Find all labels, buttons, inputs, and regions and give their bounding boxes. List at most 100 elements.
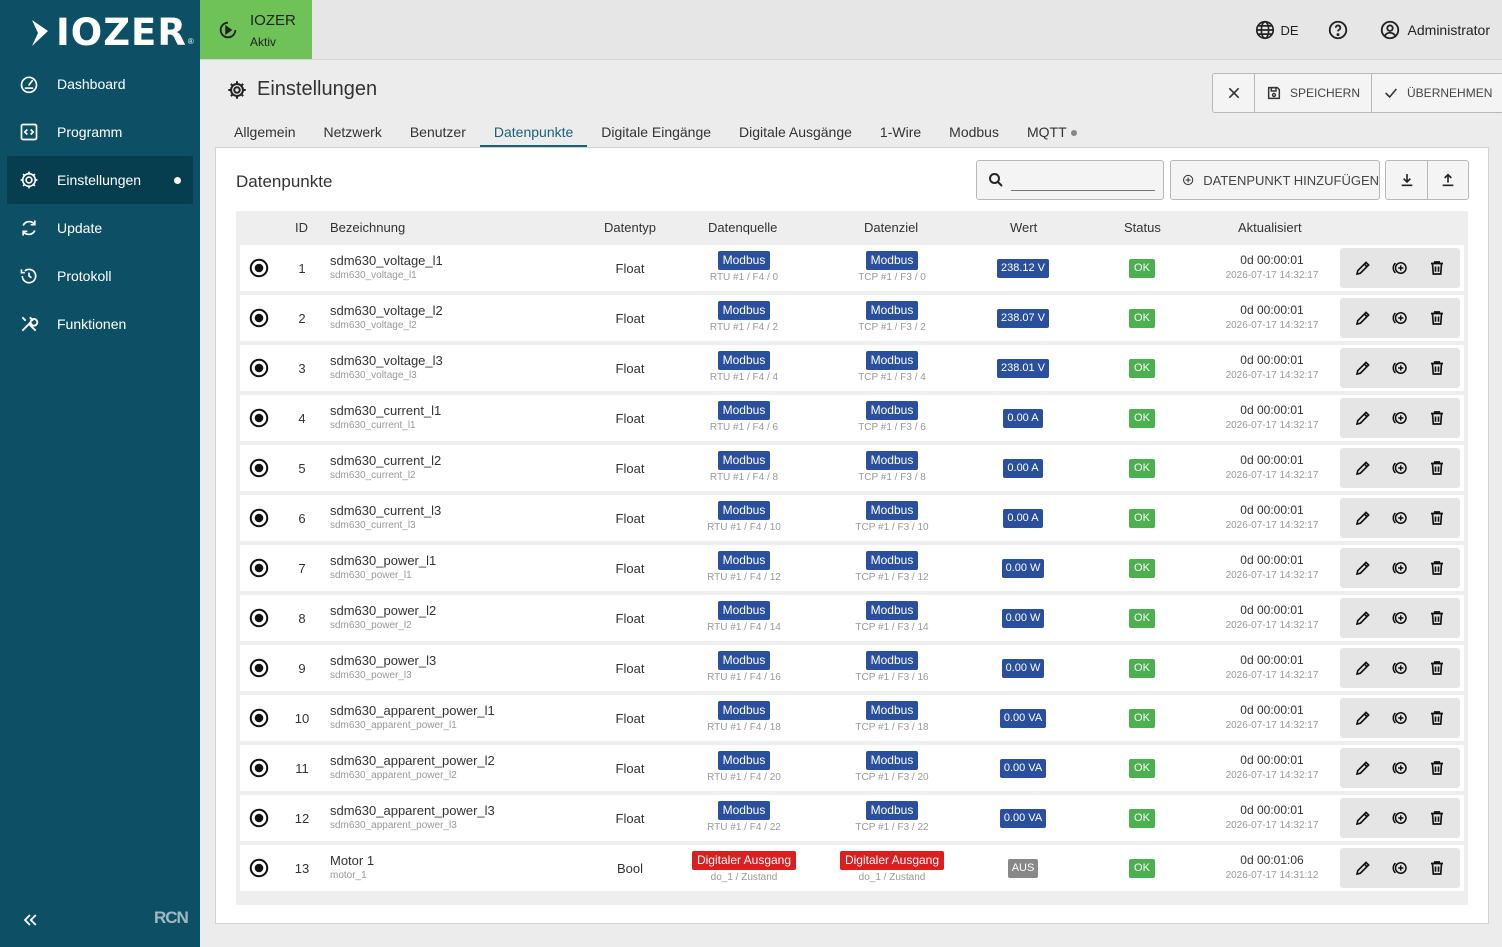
datapoint-name: Motor 1: [330, 853, 375, 868]
updated-age: 0d 00:00:01: [1240, 753, 1304, 767]
duplicate-icon[interactable]: [1391, 859, 1409, 877]
duplicate-icon[interactable]: [1391, 559, 1409, 577]
search-input[interactable]: [1011, 169, 1155, 191]
duplicate-icon[interactable]: [1391, 359, 1409, 377]
table-row[interactable]: 2 sdm630_voltage_l2 sdm630_voltage_l2 Float…: [240, 295, 1464, 341]
add-datapoint-button[interactable]: DATENPUNKT HINZUFÜGEN: [1170, 160, 1380, 200]
duplicate-icon[interactable]: [1391, 659, 1409, 677]
table-row[interactable]: 13 Motor 1 motor_1 Bool Digitaler Ausgang do_…: [240, 845, 1464, 891]
tab-digitale-ausgaenge[interactable]: Digitale Ausgänge: [725, 118, 866, 147]
sidebar-item-programm[interactable]: Programm: [7, 108, 193, 156]
apply-button[interactable]: ÜBERNEHMEN: [1371, 74, 1502, 112]
trash-icon[interactable]: [1428, 609, 1446, 627]
duplicate-icon[interactable]: [1391, 809, 1409, 827]
select-radio-icon[interactable]: [248, 857, 270, 879]
tab-datenpunkte[interactable]: Datenpunkte: [479, 118, 588, 147]
table-row[interactable]: 4 sdm630_current_l1 sdm630_current_l1 Float…: [240, 395, 1464, 441]
trash-icon[interactable]: [1428, 659, 1446, 677]
pencil-icon[interactable]: [1354, 609, 1372, 627]
sidebar-item-protokoll[interactable]: Protokoll: [7, 252, 193, 300]
select-radio-icon[interactable]: [248, 257, 270, 279]
trash-icon[interactable]: [1428, 809, 1446, 827]
duplicate-icon[interactable]: [1391, 709, 1409, 727]
table-row[interactable]: 9 sdm630_power_l3 sdm630_power_l3 Float Modb…: [240, 645, 1464, 691]
table-row[interactable]: 3 sdm630_voltage_l3 sdm630_voltage_l3 Float…: [240, 345, 1464, 391]
datapoint-key: sdm630_current_l3: [330, 520, 416, 531]
duplicate-icon[interactable]: [1391, 259, 1409, 277]
source-badge: Modbus: [717, 401, 771, 420]
table-row[interactable]: 12 sdm630_apparent_power_l3 sdm630_apparen…: [240, 795, 1464, 841]
pencil-icon[interactable]: [1354, 409, 1372, 427]
upload-button[interactable]: [1427, 161, 1468, 199]
collapse-sidebar-icon[interactable]: [20, 910, 40, 930]
trash-icon[interactable]: [1428, 259, 1446, 277]
duplicate-icon[interactable]: [1391, 509, 1409, 527]
select-radio-icon[interactable]: [248, 657, 270, 679]
pencil-icon[interactable]: [1354, 259, 1372, 277]
tab-mqtt[interactable]: MQTT: [1013, 118, 1091, 147]
discard-button[interactable]: [1213, 74, 1254, 112]
sidebar-item-dashboard[interactable]: Dashboard: [7, 60, 193, 108]
sidebar-item-funktionen[interactable]: Funktionen: [7, 300, 193, 348]
table-row[interactable]: 5 sdm630_current_l2 sdm630_current_l2 Float…: [240, 445, 1464, 491]
tab-allgemein[interactable]: Allgemein: [220, 118, 309, 147]
sidebar-item-einstellungen[interactable]: Einstellungen: [7, 156, 193, 204]
save-button[interactable]: SPEICHERN: [1254, 74, 1371, 112]
pencil-icon[interactable]: [1354, 809, 1372, 827]
select-radio-icon[interactable]: [248, 757, 270, 779]
sidebar-item-label: Funktionen: [57, 316, 127, 332]
select-radio-icon[interactable]: [248, 357, 270, 379]
history-icon: [20, 268, 37, 284]
table-row[interactable]: 11 sdm630_apparent_power_l2 sdm630_apparen…: [240, 745, 1464, 791]
trash-icon[interactable]: [1428, 359, 1446, 377]
trash-icon[interactable]: [1428, 459, 1446, 477]
table-row[interactable]: 7 sdm630_power_l1 sdm630_power_l1 Float Modb…: [240, 545, 1464, 591]
select-radio-icon[interactable]: [248, 407, 270, 429]
pencil-icon[interactable]: [1354, 359, 1372, 377]
trash-icon[interactable]: [1428, 709, 1446, 727]
select-radio-icon[interactable]: [248, 307, 270, 329]
pencil-icon[interactable]: [1354, 709, 1372, 727]
tab-digitale-eingaenge[interactable]: Digitale Eingänge: [587, 118, 725, 147]
device-status-tile[interactable]: IOZER Aktiv: [200, 0, 312, 59]
select-radio-icon[interactable]: [248, 557, 270, 579]
status-badge: OK: [1129, 809, 1155, 828]
duplicate-icon[interactable]: [1391, 309, 1409, 327]
duplicate-icon[interactable]: [1391, 459, 1409, 477]
trash-icon[interactable]: [1428, 309, 1446, 327]
trash-icon[interactable]: [1428, 409, 1446, 427]
select-radio-icon[interactable]: [248, 457, 270, 479]
pencil-icon[interactable]: [1354, 659, 1372, 677]
tab-1-wire[interactable]: 1-Wire: [866, 118, 935, 147]
tab-benutzer[interactable]: Benutzer: [396, 118, 480, 147]
select-radio-icon[interactable]: [248, 607, 270, 629]
duplicate-icon[interactable]: [1391, 409, 1409, 427]
select-radio-icon[interactable]: [248, 807, 270, 829]
user-menu[interactable]: Administrator: [1379, 19, 1490, 41]
table-row[interactable]: 8 sdm630_power_l2 sdm630_power_l2 Float Modb…: [240, 595, 1464, 641]
trash-icon[interactable]: [1428, 509, 1446, 527]
table-row[interactable]: 10 sdm630_apparent_power_l1 sdm630_apparen…: [240, 695, 1464, 741]
language-switch[interactable]: DE: [1254, 19, 1299, 41]
topbar: IOZER Aktiv DE Administrator: [200, 0, 1502, 60]
pencil-icon[interactable]: [1354, 859, 1372, 877]
download-button[interactable]: [1386, 161, 1427, 199]
sidebar-item-update[interactable]: Update: [7, 204, 193, 252]
pencil-icon[interactable]: [1354, 309, 1372, 327]
tab-netzwerk[interactable]: Netzwerk: [309, 118, 395, 147]
select-radio-icon[interactable]: [248, 707, 270, 729]
select-radio-icon[interactable]: [248, 507, 270, 529]
duplicate-icon[interactable]: [1391, 759, 1409, 777]
help-icon[interactable]: [1327, 19, 1349, 41]
tab-modbus[interactable]: Modbus: [935, 118, 1013, 147]
trash-icon[interactable]: [1428, 559, 1446, 577]
pencil-icon[interactable]: [1354, 759, 1372, 777]
duplicate-icon[interactable]: [1391, 609, 1409, 627]
trash-icon[interactable]: [1428, 859, 1446, 877]
table-row[interactable]: 6 sdm630_current_l3 sdm630_current_l3 Float…: [240, 495, 1464, 541]
pencil-icon[interactable]: [1354, 559, 1372, 577]
pencil-icon[interactable]: [1354, 509, 1372, 527]
pencil-icon[interactable]: [1354, 459, 1372, 477]
trash-icon[interactable]: [1428, 759, 1446, 777]
table-row[interactable]: 1 sdm630_voltage_l1 sdm630_voltage_l1 Float…: [240, 245, 1464, 291]
